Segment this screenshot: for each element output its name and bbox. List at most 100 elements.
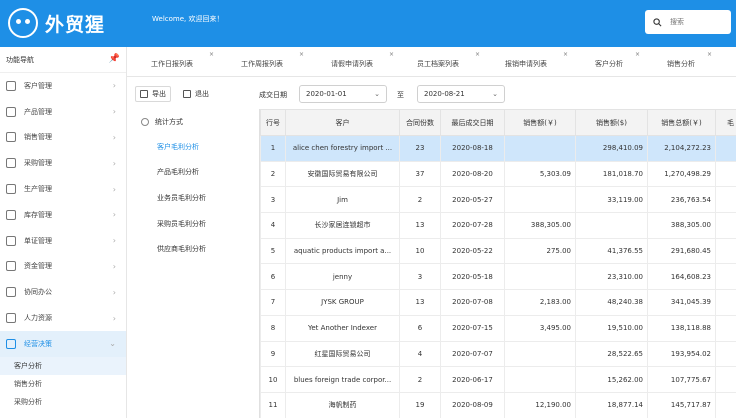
tab-sales-analysis[interactable]: 销售分析 × [667,47,712,77]
col-header-row-no[interactable]: 行号 [260,109,286,136]
col-header-sales-usd[interactable]: 销售额($) [575,109,648,136]
sidebar-item-label: 资金管理 [24,262,52,271]
table-row[interactable]: 4 长沙家居连锁超市 13 2020-07-28 388,305.00 388,305.0… [260,212,736,239]
cell-customer: 长沙家居连锁超市 [285,212,400,239]
close-icon[interactable]: × [563,51,568,58]
sidebar-item-1[interactable]: 产品管理 › [0,99,126,125]
col-header-sales-cny[interactable]: 销售额(￥) [504,109,576,136]
col-header-contract-count[interactable]: 合同份数 [399,109,441,136]
table-row[interactable]: 1 alice chen forestry import ... 23 2020-08… [260,135,736,162]
tab-leave-request[interactable]: 请假申请列表 × [331,47,394,77]
sidebar-item-10[interactable]: 经营决策 ⌄ [0,330,126,357]
date-to-select[interactable]: 2020-08-21 ⌄ [417,85,505,103]
money-icon [6,261,16,272]
cell-gross [715,237,736,265]
stat-item-salesman[interactable]: 业务员毛利分析 [157,193,206,203]
stat-mode-title: 统计方式 [141,117,183,127]
sidebar-item-7[interactable]: 资金管理 › [0,254,126,280]
cell-last-date: 2020-05-22 [440,237,505,265]
tab-daily-report[interactable]: 工作日报列表 × [151,47,214,77]
exit-button[interactable]: 退出 [179,86,213,102]
sidebar-subitem-2[interactable]: 采购分析 [0,393,126,411]
tab-customer-analysis[interactable]: 客户分析 × [595,47,640,77]
table-row[interactable]: 8 Yet Another Indexer 6 2020-07-15 3,495.00 1… [260,314,736,342]
table-row[interactable]: 10 blues foreign trade corpor... 2 2020-06-… [260,366,736,393]
cell-sales-usd: 23,310.00 [575,263,648,291]
app-logo[interactable]: 外贸猩 [8,5,128,41]
stat-item-product[interactable]: 产品毛利分析 [157,167,199,177]
sidebar-item-9[interactable]: 人力资源 › [0,305,126,331]
users-icon [6,80,16,91]
table-row[interactable]: 5 aquatic products import a... 10 2020-05-2… [260,237,736,265]
tab-weekly-report[interactable]: 工作周报列表 × [241,47,304,77]
cell-sales-total: 138,118.88 [647,314,716,342]
factory-icon [6,184,16,195]
date-label: 成交日期 [259,91,287,99]
sidebar-item-2[interactable]: 销售管理 › [0,125,126,151]
sidebar-item-label: 单证管理 [24,236,52,245]
close-icon[interactable]: × [389,51,394,58]
sidebar-subitem-0[interactable]: 客户分析 [0,356,126,375]
cell-sales-cny: 275.00 [504,237,576,265]
sidebar-subitem-1[interactable]: 销售分析 [0,375,126,393]
close-icon[interactable]: × [299,51,304,58]
table-row[interactable]: 9 红星国际贸易公司 4 2020-07-07 28,522.65 193,954.02 [260,340,736,368]
cell-sales-usd [575,212,648,239]
date-from-select[interactable]: 2020-01-01 ⌄ [299,85,387,103]
search-input[interactable] [670,18,730,26]
cell-contract-count: 23 [399,135,441,162]
table-row[interactable]: 3 Jim 2 2020-05-27 33,119.00 236,763.54 [260,186,736,214]
sidebar-item-8[interactable]: 协同办公 › [0,279,126,305]
cell-sales-total: 145,717.87 [647,391,716,418]
close-icon[interactable]: × [209,51,214,58]
cell-sales-cny [504,263,576,291]
col-header-customer[interactable]: 客户 [285,109,400,136]
office-icon [6,287,16,298]
col-header-last-date[interactable]: 最后成交日期 [440,109,505,136]
chevron-right-icon: › [112,81,116,91]
cell-row-no: 7 [260,289,286,316]
col-header-gross[interactable]: 毛 [715,109,736,136]
cell-row-no: 2 [260,160,286,188]
sidebar-item-4[interactable]: 生产管理 › [0,176,126,202]
table-row[interactable]: 7 JYSK GROUP 13 2020-07-08 2,183.00 48,240.38… [260,289,736,316]
sidebar-item-0[interactable]: 客户管理 › [0,73,126,99]
search-box[interactable] [645,10,731,34]
person-icon [6,313,16,324]
export-button[interactable]: 导出 [135,86,171,102]
cell-last-date: 2020-07-08 [440,289,505,316]
col-header-sales-total[interactable]: 销售总额(￥) [647,109,716,136]
stat-item-buyer[interactable]: 采购员毛利分析 [157,219,206,229]
sidebar-item-3[interactable]: 采购管理 › [0,150,126,176]
table-row[interactable]: 11 海帆制药 19 2020-08-09 12,190.00 18,877.14 145,… [260,391,736,418]
tab-bar: 工作日报列表 × 工作周报列表 × 请假申请列表 × 员工档案列表 × 报销申请列表 × … [127,47,736,77]
close-icon[interactable]: × [475,51,480,58]
cell-sales-total: 193,954.02 [647,340,716,368]
cell-sales-usd: 181,018.70 [575,160,648,188]
tab-expense-request[interactable]: 报销申请列表 × [505,47,568,77]
sidebar-item-label: 经营决策 [24,339,52,348]
cell-sales-total: 164,608.23 [647,263,716,291]
pin-icon[interactable]: 📌 [109,54,120,64]
chevron-right-icon: › [112,107,116,117]
sidebar-item-6[interactable]: 单证管理 › [0,228,126,254]
sidebar-header: 功能导航 📌 [0,47,126,73]
sidebar-item-5[interactable]: 库存管理 › [0,202,126,228]
table-row[interactable]: 2 安徽国际贸易有限公司 37 2020-08-20 5,303.09 181,018.7… [260,160,736,188]
chevron-right-icon: › [112,132,116,142]
cell-customer: 安徽国际贸易有限公司 [285,160,400,188]
tab-employee-file[interactable]: 员工档案列表 × [417,47,480,77]
exit-icon [183,90,191,98]
cell-sales-usd: 48,240.38 [575,289,648,316]
stat-item-customer[interactable]: 客户毛利分析 [157,142,199,152]
close-icon[interactable]: × [635,51,640,58]
warehouse-icon [6,209,16,220]
cell-gross [715,340,736,368]
cell-customer: 海帆制药 [285,391,400,418]
cell-contract-count: 6 [399,314,441,342]
close-icon[interactable]: × [707,51,712,58]
cell-sales-total: 388,305.00 [647,212,716,239]
table-row[interactable]: 6 jenny 3 2020-05-18 23,310.00 164,608.23 [260,263,736,291]
sidebar-item-label: 客户管理 [24,81,52,90]
stat-item-supplier[interactable]: 供应商毛利分析 [157,244,206,254]
